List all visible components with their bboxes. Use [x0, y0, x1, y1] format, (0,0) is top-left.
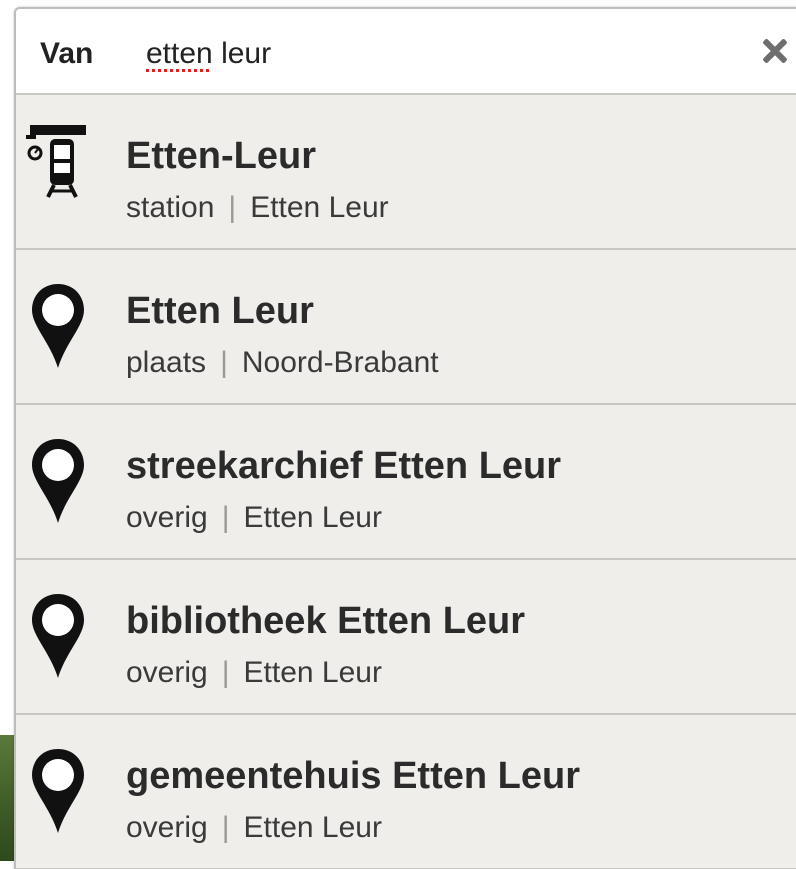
separator: |: [221, 811, 230, 844]
map-pin-icon: [32, 594, 84, 678]
close-icon[interactable]: [756, 33, 792, 69]
result-item[interactable]: bibliotheek Etten Leur overig | Etten Leur: [16, 560, 796, 715]
result-item[interactable]: Etten Leur plaats | Noord-Brabant: [16, 250, 796, 405]
result-region: Noord-Brabant: [241, 346, 439, 379]
result-type: plaats: [126, 346, 207, 379]
result-region: Etten Leur: [243, 811, 382, 844]
result-region: Etten Leur: [243, 501, 382, 534]
result-title: bibliotheek Etten Leur: [126, 600, 526, 642]
result-subtitle: overig | Etten Leur: [126, 656, 382, 690]
map-pin-icon: [32, 439, 84, 523]
separator: |: [221, 501, 230, 534]
result-subtitle: station | Etten Leur: [126, 191, 389, 225]
result-subtitle: overig | Etten Leur: [126, 501, 382, 535]
map-pin-icon: [32, 749, 84, 833]
result-title: Etten Leur: [126, 290, 314, 332]
result-item[interactable]: Etten-Leur station | Etten Leur: [16, 95, 796, 250]
result-title: streekarchief Etten Leur: [126, 445, 562, 487]
result-item[interactable]: gemeentehuis Etten Leur overig | Etten Leu…: [16, 715, 796, 869]
train-station-icon: [26, 125, 86, 198]
search-input[interactable]: [146, 29, 706, 73]
result-subtitle: overig | Etten Leur: [126, 811, 382, 845]
autocomplete-panel: Van etten leur Etten-Leur station | Etten …: [14, 7, 796, 869]
result-item[interactable]: streekarchief Etten Leur overig | Etten Le…: [16, 405, 796, 560]
search-row: Van etten leur: [16, 9, 796, 95]
result-subtitle: plaats | Noord-Brabant: [126, 346, 439, 380]
separator: |: [228, 191, 237, 224]
result-type: station: [126, 191, 215, 224]
separator: |: [221, 656, 230, 689]
result-type: overig: [126, 656, 208, 689]
result-title: gemeentehuis Etten Leur: [126, 755, 580, 797]
result-type: overig: [126, 811, 208, 844]
separator: |: [220, 346, 228, 379]
from-label: Van: [40, 37, 94, 70]
result-region: Etten Leur: [243, 656, 382, 689]
map-pin-icon: [32, 284, 84, 368]
result-type: overig: [126, 501, 208, 534]
result-title: Etten-Leur: [126, 135, 316, 177]
result-region: Etten Leur: [250, 191, 389, 224]
